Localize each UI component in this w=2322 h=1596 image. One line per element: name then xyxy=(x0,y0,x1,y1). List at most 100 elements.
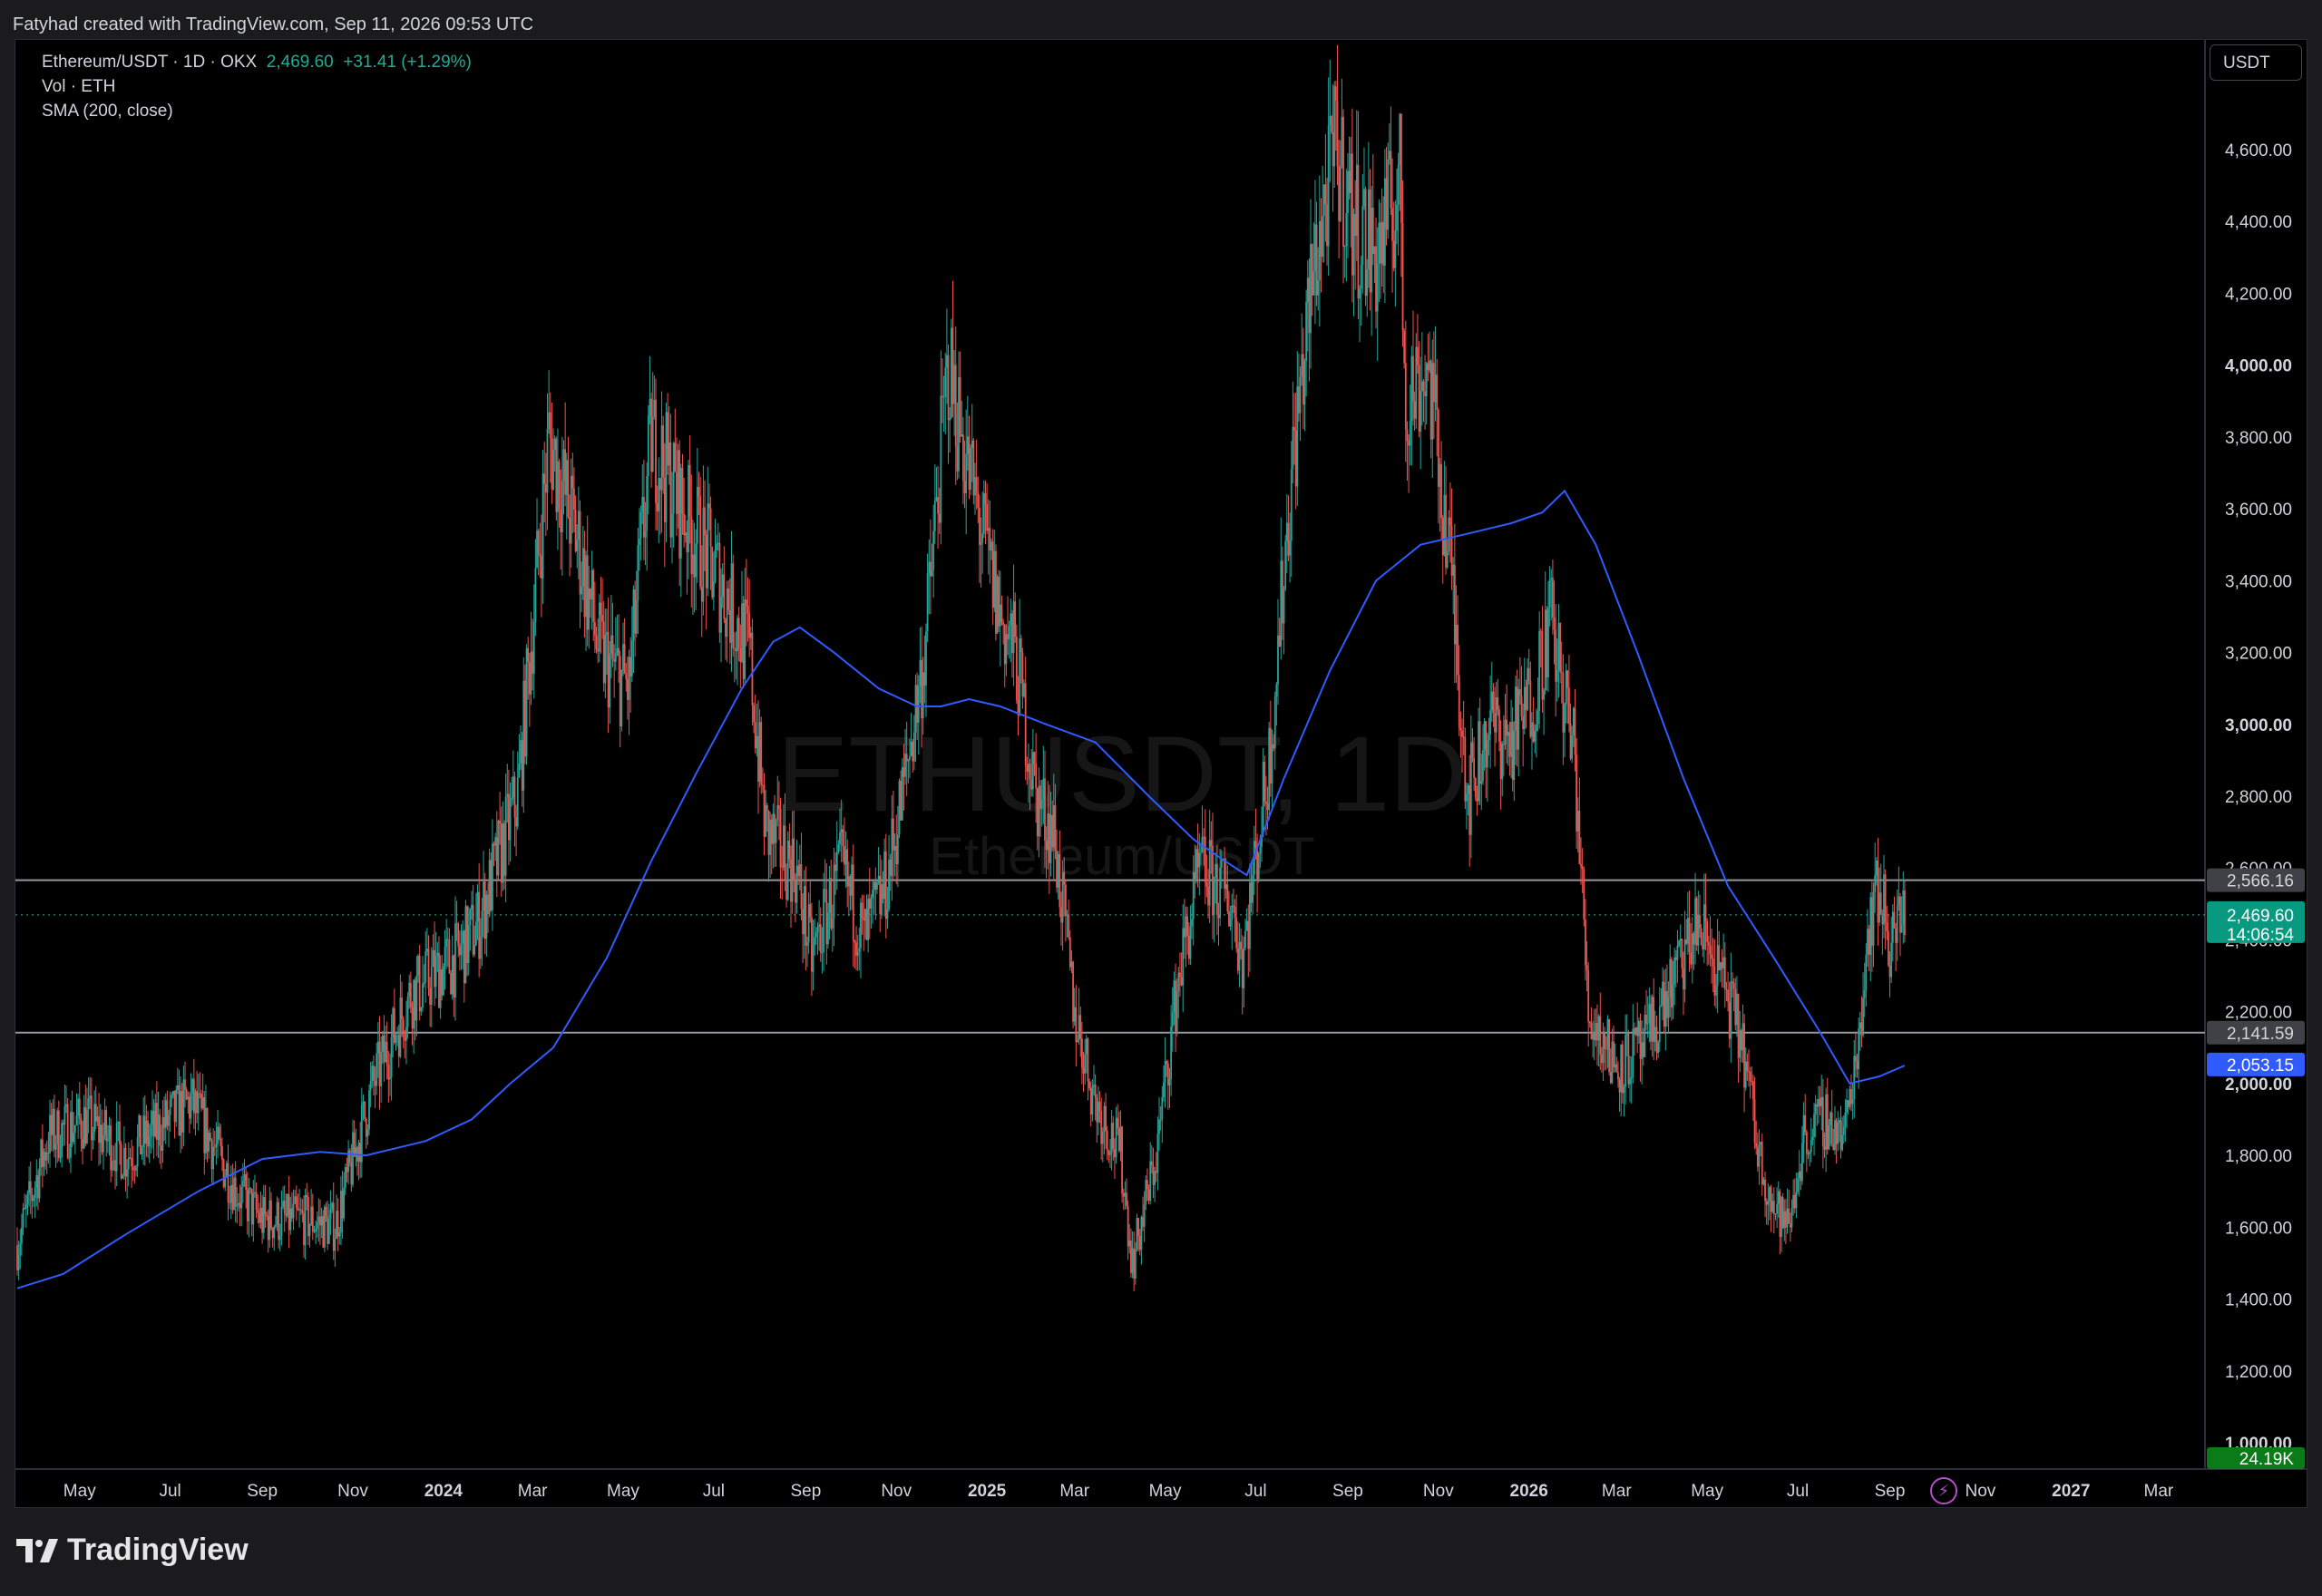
candle-body xyxy=(1662,981,1663,1006)
candle-body xyxy=(1902,890,1905,926)
y-tick-label: 4,400.00 xyxy=(2225,213,2292,232)
candle-body xyxy=(1520,695,1523,717)
candle-body xyxy=(199,1093,201,1095)
candle-body xyxy=(360,1104,363,1163)
candle-body xyxy=(1694,898,1696,945)
candle-body xyxy=(1455,624,1458,645)
candle-body xyxy=(1350,153,1352,193)
candle-body xyxy=(288,1193,290,1231)
candle-body xyxy=(1634,1028,1635,1035)
candle-body xyxy=(634,589,636,634)
candle-body xyxy=(495,837,498,876)
candle-body xyxy=(1228,911,1230,927)
candle-body xyxy=(1846,1100,1848,1113)
candle-body xyxy=(1226,884,1229,912)
candle-body xyxy=(941,395,943,397)
candle-body xyxy=(938,513,941,523)
x-tick-label: Nov xyxy=(337,1482,368,1501)
candle-body xyxy=(1441,518,1444,556)
candle-body xyxy=(1650,1003,1652,1042)
candle-body xyxy=(1390,151,1392,209)
candle-body xyxy=(604,634,607,684)
candle-body xyxy=(1830,1112,1833,1144)
candle-body xyxy=(1825,1094,1828,1150)
x-tick-label: 2027 xyxy=(2052,1482,2090,1501)
candle-body xyxy=(1399,113,1401,165)
candle-body xyxy=(1103,1105,1106,1132)
candle-body xyxy=(1613,1041,1615,1068)
candle-body xyxy=(325,1206,327,1217)
candle-body xyxy=(499,821,501,824)
candle-body xyxy=(479,936,482,959)
candle-body xyxy=(373,1066,375,1081)
candle-body xyxy=(793,838,795,881)
candle-body xyxy=(1380,222,1381,264)
candle-body xyxy=(90,1095,93,1141)
candle-body xyxy=(1506,719,1508,736)
candle-body xyxy=(1713,966,1716,996)
candle-body xyxy=(1695,898,1698,946)
x-tick-label: Jul xyxy=(1244,1482,1266,1501)
legend-symbol-row[interactable]: Ethereum/USDT · 1D · OKX 2,469.60 +31.41… xyxy=(42,53,472,73)
lightning-icon[interactable]: ⚡ xyxy=(1930,1477,1957,1504)
candle-body xyxy=(157,1114,160,1140)
candle-body xyxy=(1781,1197,1784,1229)
candle-body xyxy=(1170,1027,1173,1080)
candle-body xyxy=(760,722,763,785)
candle-body xyxy=(1127,1205,1129,1247)
candle-body xyxy=(122,1147,125,1176)
candle-body xyxy=(1011,613,1013,654)
candle-body xyxy=(1527,667,1530,682)
candle-body xyxy=(1790,1208,1793,1228)
candle-body xyxy=(632,589,635,641)
candle-body xyxy=(1879,892,1882,915)
candle-body xyxy=(1383,178,1386,266)
candle-body xyxy=(1443,494,1446,556)
candle-body xyxy=(1215,863,1218,915)
candle-body xyxy=(436,952,439,957)
candle-body xyxy=(1147,1189,1150,1202)
candle-body xyxy=(1039,785,1041,809)
candle-body xyxy=(1348,170,1351,193)
candle-body xyxy=(1636,1027,1639,1036)
candle-body xyxy=(1609,1072,1612,1084)
candle-body xyxy=(1727,989,1729,1002)
currency-button[interactable]: USDT xyxy=(2210,44,2302,81)
candle-body xyxy=(527,647,530,663)
candle-body xyxy=(471,904,473,910)
candle-body xyxy=(932,530,935,570)
candle-body xyxy=(803,886,805,935)
candle-body xyxy=(1314,224,1316,272)
legend-volume[interactable]: Vol · ETH xyxy=(42,77,115,97)
candle-body xyxy=(1835,1120,1838,1144)
legend-sma[interactable]: SMA (200, close) xyxy=(42,102,173,122)
candle-body xyxy=(1813,1114,1815,1137)
candle-body xyxy=(516,777,519,827)
candle-body xyxy=(1721,962,1723,968)
candle-body xyxy=(1722,957,1725,968)
candle-body xyxy=(289,1208,292,1231)
candle-body xyxy=(1154,1171,1156,1185)
y-tick-label: 1,200.00 xyxy=(2225,1363,2292,1382)
candle-body xyxy=(1207,886,1209,906)
candle-body xyxy=(805,886,807,946)
candle-body xyxy=(87,1098,90,1110)
price-chart[interactable]: ETHUSDT, 1DEthereum/USDT1,000.001,200.00… xyxy=(15,40,2307,1507)
candle-body xyxy=(136,1137,139,1167)
candle-body xyxy=(178,1085,180,1136)
candle-body xyxy=(1839,1120,1842,1151)
chart-panel[interactable]: ETHUSDT, 1D Ethereum/USDT 1,000.00 1,200.00… xyxy=(15,39,2307,1508)
candle-body xyxy=(1537,710,1539,725)
x-tick-label: Jul xyxy=(1787,1482,1809,1501)
candle-body xyxy=(1248,882,1251,949)
candle-body xyxy=(1005,634,1008,665)
candle-body xyxy=(922,672,924,719)
candle-body xyxy=(1446,551,1449,568)
candle-body xyxy=(1898,896,1900,906)
candle-body xyxy=(1690,952,1693,965)
candle-body xyxy=(1771,1201,1774,1212)
candle-body xyxy=(1355,164,1358,237)
candle-body xyxy=(101,1124,103,1153)
tradingview-logo[interactable]: TradingView xyxy=(16,1533,249,1568)
candle-body xyxy=(483,881,486,939)
